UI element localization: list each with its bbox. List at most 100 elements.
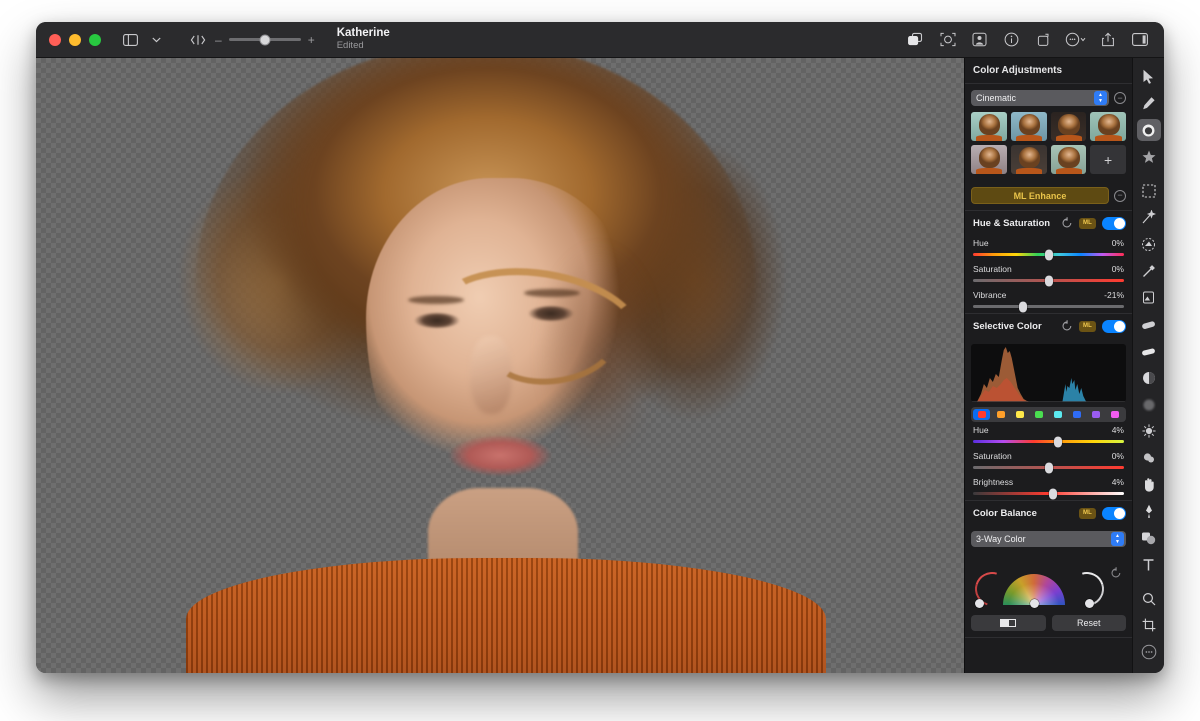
remove-ml-enhance-button[interactable]: − <box>1114 190 1126 202</box>
sharpen-tool[interactable] <box>1137 420 1161 442</box>
retouch-tool[interactable] <box>1137 93 1161 115</box>
zoom-slider[interactable]: – + <box>215 34 315 46</box>
preset-thumbnail[interactable] <box>1051 145 1087 174</box>
slider-thumb[interactable] <box>1045 249 1053 260</box>
tool-options-icon[interactable] <box>1137 641 1161 663</box>
sidebar-toggle-icon[interactable] <box>117 28 143 52</box>
slider-thumb[interactable] <box>1054 436 1062 447</box>
swatch-green[interactable] <box>1030 409 1047 420</box>
share-icon[interactable] <box>1093 27 1122 53</box>
smudge-tool[interactable] <box>1137 447 1161 469</box>
slider-track[interactable] <box>973 253 1124 256</box>
highlights-handle[interactable] <box>1085 599 1094 608</box>
pen-tool[interactable] <box>1137 500 1161 522</box>
crop-rotate-icon[interactable] <box>1029 27 1058 53</box>
split-view-button[interactable] <box>971 615 1046 631</box>
image-canvas[interactable] <box>36 58 964 673</box>
section-toggle[interactable] <box>1102 217 1126 230</box>
selective-hue-slider[interactable]: Hue 4% <box>965 422 1132 448</box>
zoom-tool[interactable] <box>1137 588 1161 610</box>
slider-thumb[interactable] <box>1045 462 1053 473</box>
inspector-toggle-icon[interactable] <box>1125 27 1154 53</box>
remove-preset-button[interactable]: − <box>1114 92 1126 104</box>
add-preset-button[interactable]: + <box>1090 145 1126 174</box>
swatch-magenta[interactable] <box>1107 409 1124 420</box>
portrait-mask-icon[interactable] <box>965 27 994 53</box>
section-toggle[interactable] <box>1102 507 1126 520</box>
reset-icon[interactable] <box>1110 567 1122 579</box>
zoom-slider-track[interactable] <box>229 38 301 41</box>
zoom-in-label[interactable]: + <box>308 34 315 46</box>
swatch-yellow[interactable] <box>1011 409 1028 420</box>
slider-track[interactable] <box>973 279 1124 282</box>
ml-enhance-button[interactable]: ML Enhance <box>971 187 1109 204</box>
blur-tool[interactable] <box>1137 394 1161 416</box>
text-tool[interactable] <box>1137 554 1161 576</box>
ml-badge[interactable]: ML <box>1079 218 1096 229</box>
ml-badge[interactable]: ML <box>1079 508 1096 519</box>
vibrance-slider[interactable]: Vibrance -21% <box>965 287 1132 313</box>
slider-track[interactable] <box>973 466 1124 469</box>
magic-wand-tool[interactable] <box>1137 207 1161 229</box>
chevron-down-icon[interactable] <box>143 28 169 52</box>
color-adjust-tool[interactable] <box>1137 119 1161 141</box>
preset-thumbnail[interactable] <box>1011 112 1047 141</box>
chevron-updown-icon[interactable]: ▲ ▼ <box>1094 91 1107 105</box>
hue-saturation-section: Hue & Saturation ML Hue 0% <box>965 211 1132 314</box>
swatch-purple[interactable] <box>1088 409 1105 420</box>
swatch-red[interactable] <box>973 409 990 420</box>
dodge-burn-tool[interactable] <box>1137 367 1161 389</box>
preset-select[interactable]: Cinematic ▲ ▼ <box>971 90 1109 106</box>
midtones-handle[interactable] <box>1030 599 1039 608</box>
zoom-out-label[interactable]: – <box>215 34 222 46</box>
color-balance-mode-value: 3-Way Color <box>976 534 1026 544</box>
more-options-icon[interactable] <box>1061 27 1090 53</box>
arrow-tool[interactable] <box>1137 66 1161 88</box>
hand-tool[interactable] <box>1137 474 1161 496</box>
clone-stamp-tool[interactable] <box>1137 340 1161 362</box>
preset-thumbnail[interactable] <box>1090 112 1126 141</box>
paint-bucket-tool[interactable] <box>1137 287 1161 309</box>
section-toggle[interactable] <box>1102 320 1126 333</box>
zoom-slider-thumb[interactable] <box>259 34 270 45</box>
selective-brightness-slider[interactable]: Brightness 4% <box>965 474 1132 500</box>
hue-slider[interactable]: Hue 0% <box>965 235 1132 261</box>
preset-thumbnail[interactable] <box>971 112 1007 141</box>
close-button[interactable] <box>49 34 61 46</box>
slider-thumb[interactable] <box>1045 275 1053 286</box>
face-detect-icon[interactable] <box>933 27 962 53</box>
minimize-button[interactable] <box>69 34 81 46</box>
info-icon[interactable] <box>997 27 1026 53</box>
zoom-button[interactable] <box>89 34 101 46</box>
reset-button[interactable]: Reset <box>1052 615 1127 631</box>
swatch-cyan[interactable] <box>1050 409 1067 420</box>
crop-tool[interactable] <box>1137 615 1161 637</box>
color-balance-wheel[interactable] <box>971 553 1126 609</box>
shadows-handle[interactable] <box>975 599 984 608</box>
chevron-updown-icon[interactable]: ▲ ▼ <box>1111 532 1124 546</box>
swatch-blue[interactable] <box>1069 409 1086 420</box>
reset-icon[interactable] <box>1061 320 1073 332</box>
compare-before-after-icon[interactable] <box>185 28 211 52</box>
slider-track[interactable] <box>973 492 1124 495</box>
preset-thumbnail[interactable] <box>1011 145 1047 174</box>
slider-track[interactable] <box>973 305 1124 308</box>
preset-thumbnail[interactable] <box>971 145 1007 174</box>
color-balance-mode-select[interactable]: 3-Way Color ▲ ▼ <box>971 531 1126 547</box>
layers-icon[interactable] <box>901 27 930 53</box>
effects-tool[interactable] <box>1137 146 1161 168</box>
marquee-tool[interactable] <box>1137 180 1161 202</box>
slider-track[interactable] <box>973 440 1124 443</box>
reset-icon[interactable] <box>1061 217 1073 229</box>
saturation-slider[interactable]: Saturation 0% <box>965 261 1132 287</box>
shape-tool[interactable] <box>1137 527 1161 549</box>
eraser-tool[interactable] <box>1137 314 1161 336</box>
preset-thumbnail[interactable] <box>1051 112 1087 141</box>
slider-thumb[interactable] <box>1049 488 1057 499</box>
slider-thumb[interactable] <box>1019 301 1027 312</box>
selective-saturation-slider[interactable]: Saturation 0% <box>965 448 1132 474</box>
brush-tool[interactable] <box>1137 260 1161 282</box>
swatch-orange[interactable] <box>992 409 1009 420</box>
ml-badge[interactable]: ML <box>1079 321 1096 332</box>
quick-select-tool[interactable] <box>1137 233 1161 255</box>
